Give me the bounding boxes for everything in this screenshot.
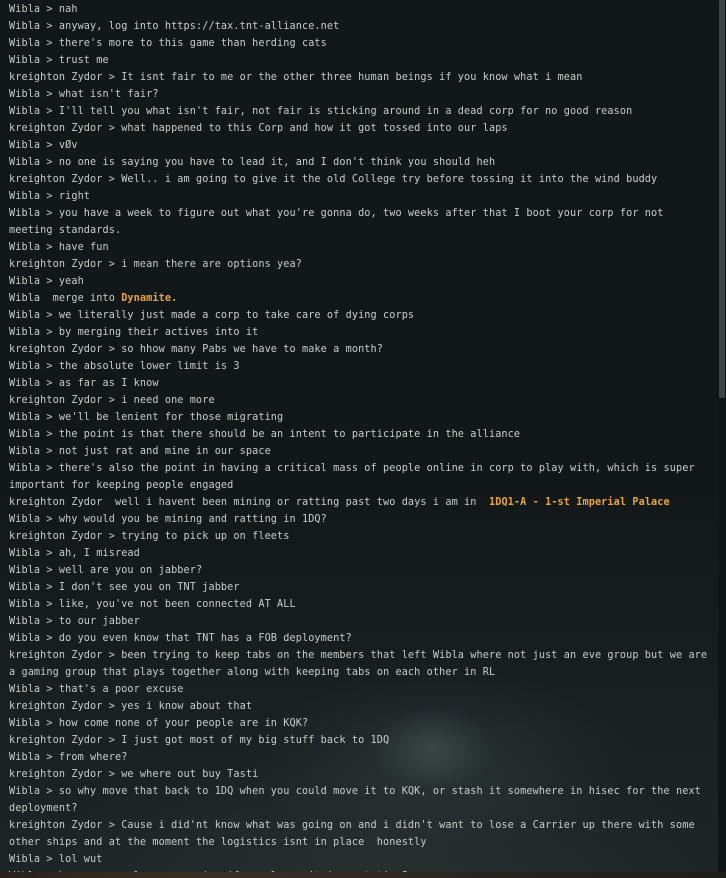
chat-message-text: Wibla > as far as I know: [9, 378, 159, 389]
chat-message: Wibla > there's more to this game than h…: [0, 35, 717, 52]
chat-message-text: Wibla > lol wut: [9, 854, 103, 865]
chat-message-text: Wibla > do you even know that TNT has a …: [9, 633, 352, 644]
chat-message-text: Wibla > the point is that there should b…: [9, 429, 521, 440]
scrollbar-thumb[interactable]: [719, 0, 725, 398]
chat-message: Wibla > so why move that back to 1DQ whe…: [0, 783, 717, 817]
chat-message: Wibla > what isn't fair?: [0, 86, 717, 103]
chat-message: Wibla > lol wut: [0, 851, 717, 868]
chat-message-text: Wibla > what isn't fair?: [9, 89, 159, 100]
chat-message: Wibla > well are you on jabber?: [0, 562, 717, 579]
chat-message-text: Wibla > there's also the point in having…: [9, 463, 701, 491]
chat-message-text: kreighton Zydor > we where out buy Tasti: [9, 769, 259, 780]
chat-message: Wibla > by merging their actives into it: [0, 324, 717, 341]
chat-message-text: Wibla > to our jabber: [9, 616, 140, 627]
chat-message-text: Wibla > so why move that back to 1DQ whe…: [9, 786, 708, 814]
chat-message-text: Wibla > from where?: [9, 752, 128, 763]
chat-message-text: Wibla > vØv: [9, 140, 78, 151]
chat-message: Wibla > I'll tell you what isn't fair, n…: [0, 103, 717, 120]
chat-message: Wibla merge into Dynamite.: [0, 290, 717, 307]
chat-message: Wibla > vØv: [0, 137, 717, 154]
chat-message-text: kreighton Zydor > I just got most of my …: [9, 735, 390, 746]
window-bottom-edge: [0, 872, 726, 878]
chat-message: Wibla > ah, I misread: [0, 545, 717, 562]
chat-message: kreighton Zydor well i havent been minin…: [0, 494, 717, 511]
chat-message-text: Wibla > right: [9, 191, 91, 202]
chat-message: Wibla > that's a poor excuse: [0, 681, 717, 698]
chat-message-text: kreighton Zydor > so hhow many Pabs we h…: [9, 344, 384, 355]
chat-message-text: Wibla > not just rat and mine in our spa…: [9, 446, 271, 457]
chat-message-text: kreighton Zydor > It isnt fair to me or …: [9, 72, 583, 83]
chat-message: Wibla > the absolute lower limit is 3: [0, 358, 717, 375]
chat-message: Wibla > we'll be lenient for those migra…: [0, 409, 717, 426]
chat-message-text: Wibla > have fun: [9, 242, 109, 253]
chat-message-text: Wibla > that's a poor excuse: [9, 684, 184, 695]
chat-message-text: kreighton Zydor well i havent been minin…: [9, 497, 489, 508]
chat-message: Wibla > yeah: [0, 273, 717, 290]
chat-log[interactable]: Wibla > nah Wibla > anyway, log into http…: [0, 1, 717, 878]
chat-message: Wibla > do you even know that TNT has a …: [0, 630, 717, 647]
chat-message: kreighton Zydor > yes i know about that: [0, 698, 717, 715]
chat-message: Wibla > not just rat and mine in our spa…: [0, 443, 717, 460]
chat-message: Wibla > I don't see you on TNT jabber: [0, 579, 717, 596]
chat-message-text: Wibla > we'll be lenient for those migra…: [9, 412, 284, 423]
chat-message: Wibla > have fun: [0, 239, 717, 256]
chat-message-text: Wibla > anyway, log into https://tax.tnt…: [9, 21, 340, 32]
chat-message-text: Wibla > I don't see you on TNT jabber: [9, 582, 240, 593]
chat-link[interactable]: Dynamite.: [121, 293, 177, 304]
chat-message-text: Wibla > trust me: [9, 55, 109, 66]
chat-message: Wibla > nah: [0, 1, 717, 18]
chat-message-text: Wibla > like, you've not been connected …: [9, 599, 296, 610]
chat-message: kreighton Zydor > i mean there are optio…: [0, 256, 717, 273]
chat-message: Wibla > the point is that there should b…: [0, 426, 717, 443]
chat-message: Wibla > no one is saying you have to lea…: [0, 154, 717, 171]
chat-message: Wibla > right: [0, 188, 717, 205]
chat-message: Wibla > why would you be mining and ratt…: [0, 511, 717, 528]
chat-message-text: Wibla > ah, I misread: [9, 548, 140, 559]
chat-message: Wibla > anyway, log into https://tax.tnt…: [0, 18, 717, 35]
chat-message: kreighton Zydor > I just got most of my …: [0, 732, 717, 749]
chat-message-text: Wibla > there's more to this game than h…: [9, 38, 327, 49]
chat-message-text: kreighton Zydor > what happened to this …: [9, 123, 508, 134]
chat-message-text: Wibla > by merging their actives into it: [9, 327, 259, 338]
chat-message-text: kreighton Zydor > i mean there are optio…: [9, 259, 302, 270]
chat-message-text: kreighton Zydor > Well.. i am going to g…: [9, 174, 658, 185]
scrollbar[interactable]: [718, 0, 726, 872]
chat-message: kreighton Zydor > so hhow many Pabs we h…: [0, 341, 717, 358]
chat-message-text: kreighton Zydor > Cause i did'nt know wh…: [9, 820, 701, 848]
chat-message: Wibla > we literally just made a corp to…: [0, 307, 717, 324]
chat-message: kreighton Zydor > Cause i did'nt know wh…: [0, 817, 717, 851]
chat-message: kreighton Zydor > i need one more: [0, 392, 717, 409]
chat-message: kreighton Zydor > It isnt fair to me or …: [0, 69, 717, 86]
chat-message-text: kreighton Zydor > trying to pick up on f…: [9, 531, 290, 542]
chat-message-text: Wibla > why would you be mining and ratt…: [9, 514, 327, 525]
chat-message: Wibla > trust me: [0, 52, 717, 69]
chat-message: Wibla > you have a week to figure out wh…: [0, 205, 717, 239]
chat-message: kreighton Zydor > we where out buy Tasti: [0, 766, 717, 783]
chat-message: Wibla > as far as I know: [0, 375, 717, 392]
chat-link[interactable]: 1DQ1-A - 1-st Imperial Palace: [489, 497, 670, 508]
chat-message: Wibla > to our jabber: [0, 613, 717, 630]
chat-message-text: Wibla > you have a week to figure out wh…: [9, 208, 670, 236]
chat-message-text: Wibla > yeah: [9, 276, 84, 287]
chat-message: kreighton Zydor > been trying to keep ta…: [0, 647, 717, 681]
chat-window: Wibla > nah Wibla > anyway, log into http…: [0, 0, 726, 878]
chat-message: Wibla > there's also the point in having…: [0, 460, 717, 494]
chat-message-text: Wibla > well are you on jabber?: [9, 565, 203, 576]
chat-message: kreighton Zydor > trying to pick up on f…: [0, 528, 717, 545]
chat-message-text: kreighton Zydor > yes i know about that: [9, 701, 253, 712]
chat-message: Wibla > like, you've not been connected …: [0, 596, 717, 613]
chat-message-text: Wibla > we literally just made a corp to…: [9, 310, 415, 321]
chat-message-text: Wibla > how come none of your people are…: [9, 718, 309, 729]
chat-message: Wibla > how come none of your people are…: [0, 715, 717, 732]
chat-message-text: Wibla > no one is saying you have to lea…: [9, 157, 496, 168]
chat-message: kreighton Zydor > what happened to this …: [0, 120, 717, 137]
chat-message-text: Wibla > nah: [9, 4, 78, 15]
chat-message: Wibla > from where?: [0, 749, 717, 766]
chat-message: kreighton Zydor > Well.. i am going to g…: [0, 171, 717, 188]
chat-message-text: kreighton Zydor > i need one more: [9, 395, 215, 406]
chat-message-text: Wibla > I'll tell you what isn't fair, n…: [9, 106, 633, 117]
chat-message-text: Wibla merge into: [9, 293, 122, 304]
chat-message-text: kreighton Zydor > been trying to keep ta…: [9, 650, 714, 678]
chat-message-text: Wibla > the absolute lower limit is 3: [9, 361, 240, 372]
